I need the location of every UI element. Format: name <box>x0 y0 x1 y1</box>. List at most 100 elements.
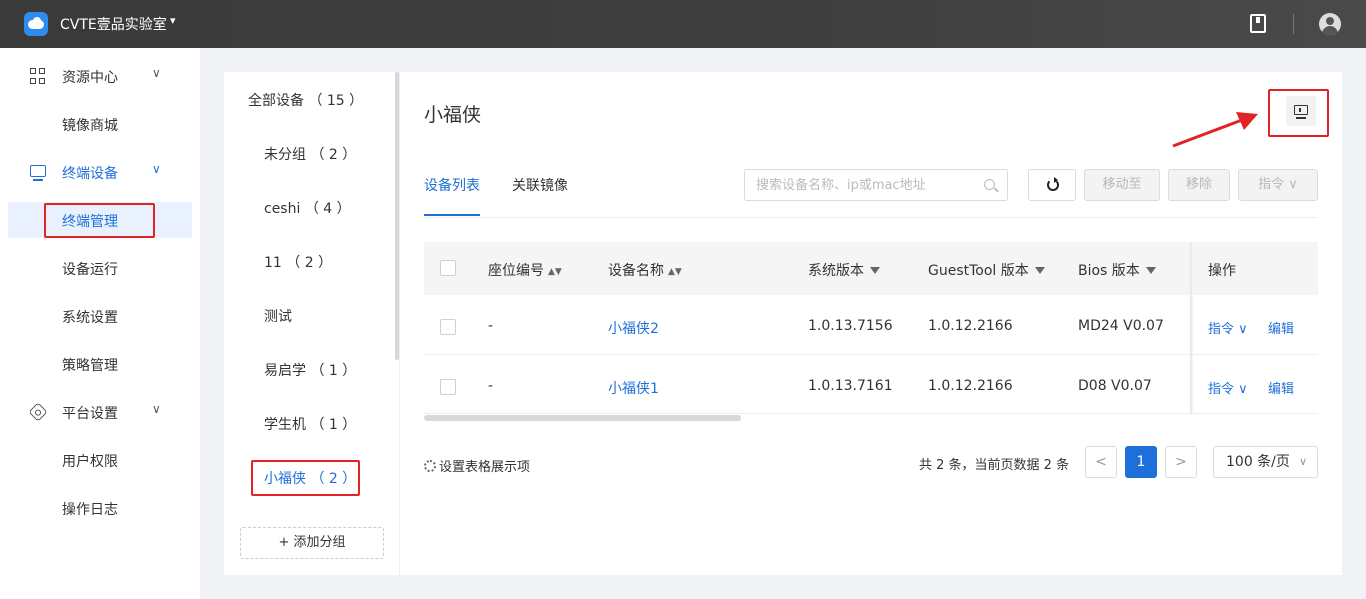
column-os-version[interactable]: 系统版本 <box>808 260 880 280</box>
row-checkbox[interactable] <box>440 319 456 335</box>
group-item-xiaofuxia[interactable]: 小福侠 （ 2 ） <box>264 468 356 488</box>
sidebar-item-image-store[interactable]: 镜像商城 <box>8 106 192 142</box>
fixed-column-shadow <box>1190 242 1193 414</box>
device-name-link[interactable]: 小福侠2 <box>608 318 659 338</box>
tabs-divider <box>424 217 1318 218</box>
red-arrow-icon <box>1172 112 1258 148</box>
cell-bios-version: D08 V0.07 <box>1078 378 1152 394</box>
divider <box>1293 14 1294 34</box>
grid-icon <box>30 68 46 84</box>
refresh-button[interactable] <box>1028 169 1076 201</box>
sidebar-item-user-permissions[interactable]: 用户权限 <box>8 442 192 478</box>
device-name-link[interactable]: 小福侠1 <box>608 378 659 398</box>
document-icon[interactable] <box>1250 14 1266 33</box>
sidebar-item-label: 操作日志 <box>62 502 118 518</box>
sidebar-group-resource-center[interactable]: 资源中心 ∨ <box>8 58 192 94</box>
group-item-test[interactable]: 测试 <box>264 306 292 326</box>
column-bios-version[interactable]: Bios 版本 <box>1078 260 1156 280</box>
sort-icon[interactable]: ▲▼ <box>548 267 562 277</box>
settings-hexagon-icon <box>28 402 48 422</box>
chevron-down-icon: ∨ <box>1298 455 1307 468</box>
prev-page-button[interactable]: < <box>1085 446 1117 478</box>
row-edit-link[interactable]: 编辑 <box>1268 318 1294 337</box>
terminal-view-button[interactable] <box>1286 96 1316 126</box>
chevron-down-icon: ∨ <box>152 402 161 416</box>
sidebar-item-operation-log[interactable]: 操作日志 <box>8 490 192 526</box>
sidebar: 资源中心 ∨ 镜像商城 终端设备 ∨ 终端管理 设备运行 系统设置 策略管理 平… <box>0 48 200 599</box>
page-size-select[interactable]: 100 条/页 ∨ <box>1213 446 1318 478</box>
remove-button[interactable]: 移除 <box>1168 169 1230 201</box>
filter-icon[interactable] <box>870 267 880 274</box>
row-command-dropdown[interactable]: 指令 ∨ <box>1208 318 1248 337</box>
filter-icon[interactable] <box>1145 267 1156 274</box>
sidebar-group-label: 资源中心 <box>62 70 118 86</box>
sidebar-item-label: 终端管理 <box>62 214 118 230</box>
row-edit-link[interactable]: 编辑 <box>1268 378 1294 397</box>
group-list-scrollbar[interactable] <box>395 72 399 360</box>
group-item-yiqixue[interactable]: 易启学 （ 1 ） <box>264 360 356 380</box>
filter-icon[interactable] <box>1034 267 1045 274</box>
table-row: - 小福侠2 1.0.13.7156 1.0.12.2166 MD24 V0.0… <box>424 295 1318 355</box>
cell-os-version: 1.0.13.7156 <box>808 318 893 334</box>
pagination-summary: 共 2 条，当前页数据 2 条 <box>919 458 1070 473</box>
column-label: 系统版本 <box>808 263 864 279</box>
column-label: GuestTool 版本 <box>928 263 1029 279</box>
cell-bios-version: MD24 V0.07 <box>1078 318 1164 334</box>
table-settings-label: 设置表格展示项 <box>439 460 531 475</box>
select-all-checkbox[interactable] <box>440 260 456 276</box>
cell-seat: - <box>488 318 494 334</box>
sidebar-item-label: 策略管理 <box>62 358 118 374</box>
group-item-all[interactable]: 全部设备 （ 15 ） <box>248 90 363 110</box>
sidebar-group-label: 终端设备 <box>62 166 118 182</box>
sidebar-item-label: 用户权限 <box>62 454 118 470</box>
column-seat[interactable]: 座位编号 ▲▼ <box>488 260 562 280</box>
cell-os-version: 1.0.13.7161 <box>808 378 893 394</box>
monitor-icon <box>30 165 46 181</box>
sidebar-group-label: 平台设置 <box>62 406 118 422</box>
tab-device-list[interactable]: 设备列表 <box>424 175 480 195</box>
search-icon[interactable] <box>984 179 995 190</box>
page-size-value: 100 条/页 <box>1226 454 1290 470</box>
next-page-button[interactable]: > <box>1165 446 1197 478</box>
group-item-student[interactable]: 学生机 （ 1 ） <box>264 414 356 434</box>
page-title: 小福侠 <box>424 104 482 126</box>
sidebar-item-terminal-management[interactable]: 终端管理 <box>8 202 192 238</box>
group-item-ungrouped[interactable]: 未分组 （ 2 ） <box>264 144 356 164</box>
column-device-name[interactable]: 设备名称 ▲▼ <box>608 260 682 280</box>
add-group-button[interactable]: + 添加分组 <box>240 527 384 559</box>
sidebar-item-policy-management[interactable]: 策略管理 <box>8 346 192 382</box>
row-checkbox[interactable] <box>440 379 456 395</box>
refresh-icon <box>1047 177 1059 191</box>
group-item-ceshi[interactable]: ceshi （ 4 ） <box>264 198 351 218</box>
move-to-button[interactable]: 移动至 <box>1084 169 1160 201</box>
sidebar-item-device-running[interactable]: 设备运行 <box>8 250 192 286</box>
caret-down-icon[interactable]: ▾ <box>170 14 176 27</box>
row-command-dropdown[interactable]: 指令 ∨ <box>1208 378 1248 397</box>
column-label: 设备名称 <box>608 263 664 279</box>
search-input[interactable] <box>745 170 975 200</box>
table-row: - 小福侠1 1.0.13.7161 1.0.12.2166 D08 V0.07… <box>424 355 1318 414</box>
page-1-button[interactable]: 1 <box>1125 446 1157 478</box>
sidebar-item-label: 镜像商城 <box>62 118 118 134</box>
app-title[interactable]: CVTE壹品实验室 <box>60 14 167 34</box>
search-box <box>744 169 1008 201</box>
column-guesttool-version[interactable]: GuestTool 版本 <box>928 260 1045 280</box>
user-avatar[interactable] <box>1319 13 1341 35</box>
column-label: Bios 版本 <box>1078 263 1140 279</box>
column-actions: 操作 <box>1208 263 1236 279</box>
top-bar: CVTE壹品实验室 ▾ <box>0 0 1366 48</box>
sidebar-item-system-settings[interactable]: 系统设置 <box>8 298 192 334</box>
sidebar-group-platform-settings[interactable]: 平台设置 ∨ <box>8 394 192 430</box>
group-item-11[interactable]: 11 （ 2 ） <box>264 252 332 272</box>
cell-guesttool-version: 1.0.12.2166 <box>928 378 1013 394</box>
sidebar-group-terminal-devices[interactable]: 终端设备 ∨ <box>8 154 192 190</box>
table-settings-link[interactable]: 设置表格展示项 <box>424 456 530 475</box>
tab-linked-images[interactable]: 关联镜像 <box>512 175 568 195</box>
app-logo-icon <box>24 12 48 36</box>
table-header: 座位编号 ▲▼ 设备名称 ▲▼ 系统版本 GuestTool 版本 Bios 版本 … <box>424 242 1318 295</box>
sort-icon[interactable]: ▲▼ <box>668 267 682 277</box>
command-button[interactable]: 指令 ∨ <box>1238 169 1318 201</box>
table-horizontal-scrollbar[interactable] <box>424 415 741 421</box>
cell-guesttool-version: 1.0.12.2166 <box>928 318 1013 334</box>
monitor-icon <box>1294 105 1308 119</box>
